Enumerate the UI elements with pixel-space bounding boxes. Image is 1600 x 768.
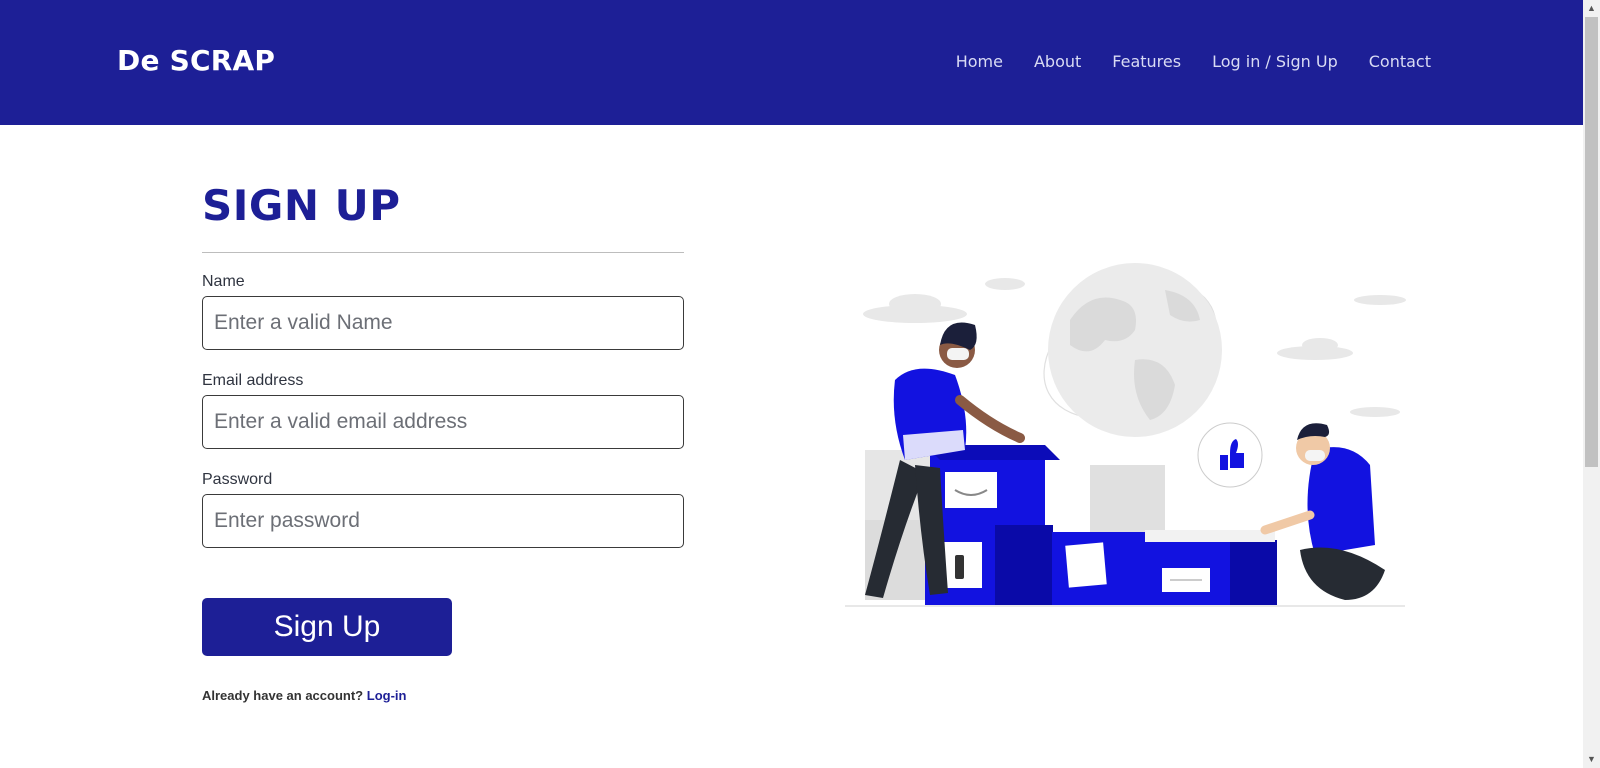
scroll-down-icon[interactable]: ▼ (1583, 751, 1600, 768)
nav-link-features[interactable]: Features (1112, 52, 1181, 71)
vertical-scrollbar[interactable]: ▲ ▼ (1583, 0, 1600, 768)
nav-item-contact: Contact (1369, 52, 1431, 72)
nav-item-features: Features (1112, 52, 1181, 72)
password-label: Password (202, 471, 273, 488)
navbar: De SCRAP Home About Features Log in / Si… (0, 0, 1583, 125)
page: De SCRAP Home About Features Log in / Si… (0, 0, 1600, 768)
title-divider (202, 252, 684, 253)
password-input[interactable] (202, 494, 684, 548)
scroll-up-icon[interactable]: ▲ (1583, 0, 1600, 17)
email-label: Email address (202, 372, 304, 389)
name-input[interactable] (202, 296, 684, 350)
brand-logo[interactable]: De SCRAP (117, 44, 275, 77)
nav-link-home[interactable]: Home (956, 52, 1003, 71)
password-group: Password (202, 471, 684, 548)
volunteers-illustration (845, 263, 1406, 607)
nav-item-login-signup: Log in / Sign Up (1212, 52, 1338, 72)
nav-menu: Home About Features Log in / Sign Up Con… (956, 52, 1431, 72)
nav-item-about: About (1034, 52, 1081, 72)
signup-button[interactable]: Sign Up (202, 598, 452, 656)
account-text: Already have an account? (202, 688, 364, 703)
nav-link-contact[interactable]: Contact (1369, 52, 1431, 71)
account-line: Already have an account? Log-in (202, 688, 684, 703)
signup-form: SIGN UP Name Email address Password Sign… (202, 178, 684, 703)
email-input[interactable] (202, 395, 684, 449)
name-label: Name (202, 273, 245, 290)
nav-link-login-signup[interactable]: Log in / Sign Up (1212, 52, 1338, 71)
globe-icon (1043, 263, 1222, 437)
login-link[interactable]: Log-in (367, 688, 407, 703)
page-title: SIGN UP (202, 181, 401, 230)
scroll-thumb[interactable] (1585, 17, 1598, 467)
nav-item-home: Home (956, 52, 1003, 72)
email-group: Email address (202, 372, 684, 449)
name-group: Name (202, 273, 684, 350)
nav-link-about[interactable]: About (1034, 52, 1081, 71)
